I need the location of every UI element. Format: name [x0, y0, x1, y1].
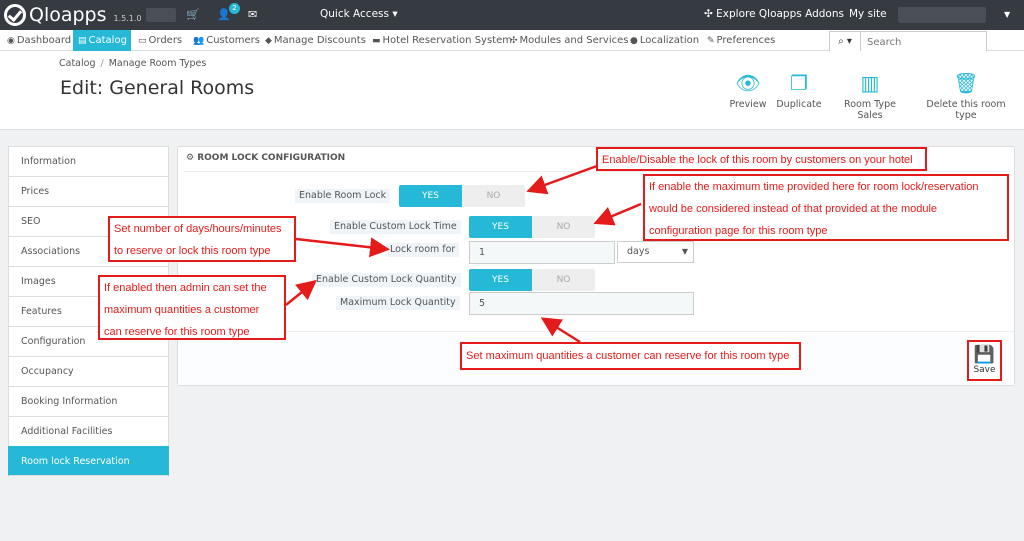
- annotation-arrows: [285, 164, 642, 344]
